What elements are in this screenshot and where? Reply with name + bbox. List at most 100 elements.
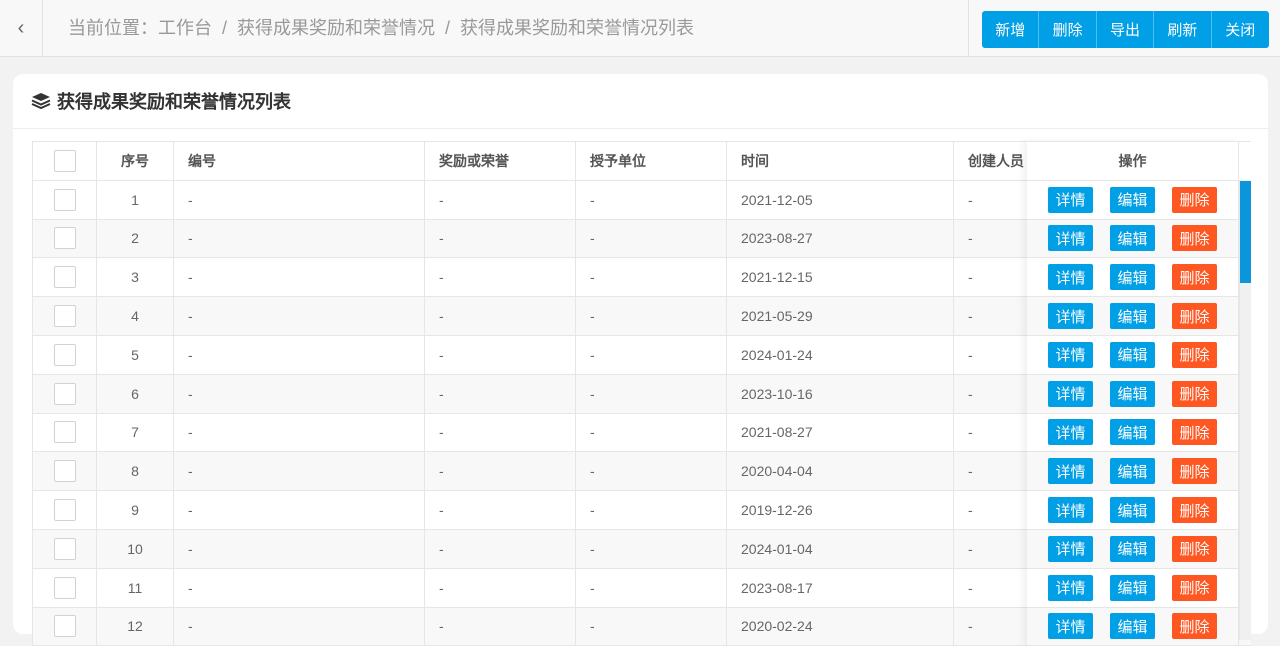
cell-code: -: [174, 491, 425, 529]
edit-button[interactable]: 编辑: [1110, 535, 1155, 562]
refresh-button[interactable]: 刷新: [1154, 11, 1212, 48]
edit-button[interactable]: 编辑: [1110, 264, 1155, 291]
row-delete-button[interactable]: 删除: [1172, 341, 1217, 368]
edit-button[interactable]: 编辑: [1110, 380, 1155, 407]
card-title: 获得成果奖励和荣誉情况列表: [57, 92, 291, 112]
edit-button[interactable]: 编辑: [1110, 303, 1155, 330]
detail-button[interactable]: 详情: [1048, 497, 1093, 524]
row-delete-button[interactable]: 删除: [1172, 380, 1217, 407]
cell-unit: -: [576, 568, 727, 607]
cell-creator: -: [954, 219, 1028, 258]
actions-row: 详情 编辑 删除: [1027, 413, 1239, 453]
select-all-checkbox[interactable]: [53, 149, 76, 172]
row-checkbox[interactable]: [53, 576, 76, 599]
edit-button[interactable]: 编辑: [1110, 341, 1155, 368]
cell-code: -: [174, 529, 425, 568]
cell-unit: -: [576, 607, 727, 646]
scrollbar-thumb[interactable]: [1240, 181, 1251, 283]
edit-button[interactable]: 编辑: [1110, 458, 1155, 485]
row-checkbox[interactable]: [53, 227, 76, 250]
cell-date: 2023-08-17: [727, 568, 954, 607]
edit-button[interactable]: 编辑: [1110, 419, 1155, 446]
detail-button[interactable]: 详情: [1048, 419, 1093, 446]
cell-date: 2021-08-27: [727, 413, 954, 452]
breadcrumb-item[interactable]: 工作台: [158, 18, 212, 38]
add-button[interactable]: 新增: [982, 11, 1040, 48]
row-delete-button[interactable]: 删除: [1172, 535, 1217, 562]
row-checkbox[interactable]: [53, 537, 76, 560]
row-delete-button[interactable]: 删除: [1172, 458, 1217, 485]
col-header[interactable]: 授予单位: [576, 142, 727, 180]
row-checkbox[interactable]: [53, 460, 76, 483]
row-delete-button[interactable]: 删除: [1172, 264, 1217, 291]
export-button[interactable]: 导出: [1096, 11, 1155, 48]
col-header[interactable]: 时间: [727, 142, 954, 180]
cell-award: -: [425, 607, 576, 646]
edit-button[interactable]: 编辑: [1110, 186, 1155, 213]
actions-row: 详情 编辑 删除: [1027, 219, 1239, 259]
cell-date: 2021-12-15: [727, 258, 954, 297]
back-button[interactable]: ‹: [0, 0, 43, 57]
edit-button[interactable]: 编辑: [1110, 497, 1155, 524]
cell-no: 7: [97, 413, 174, 452]
cell-creator: -: [954, 452, 1028, 491]
cell-date: 2020-04-04: [727, 452, 954, 491]
col-header[interactable]: 序号: [97, 142, 174, 180]
actions-row: 详情 编辑 删除: [1027, 491, 1239, 530]
actions-row: 详情 编辑 删除: [1027, 297, 1239, 336]
edit-button[interactable]: 编辑: [1110, 613, 1155, 640]
row-delete-button[interactable]: 删除: [1172, 186, 1217, 213]
detail-button[interactable]: 详情: [1048, 341, 1093, 368]
cell-date: 2019-12-26: [727, 491, 954, 529]
breadcrumb-separator: /: [445, 18, 451, 38]
cell-creator: -: [954, 529, 1028, 568]
col-header[interactable]: 创建人员: [954, 142, 1028, 180]
layers-icon: [31, 93, 51, 110]
cell-unit: -: [576, 180, 727, 219]
scrollbar[interactable]: [1239, 180, 1251, 640]
row-checkbox[interactable]: [53, 188, 76, 211]
row-checkbox[interactable]: [53, 421, 76, 444]
cell-date: 2021-12-05: [727, 180, 954, 219]
row-checkbox[interactable]: [53, 305, 76, 328]
detail-button[interactable]: 详情: [1048, 535, 1093, 562]
detail-button[interactable]: 详情: [1048, 458, 1093, 485]
cell-award: -: [425, 568, 576, 607]
breadcrumb-item[interactable]: 获得成果奖励和荣誉情况: [237, 18, 435, 38]
row-checkbox[interactable]: [53, 615, 76, 638]
col-header[interactable]: 编号: [174, 142, 425, 180]
row-checkbox[interactable]: [53, 343, 76, 366]
detail-button[interactable]: 详情: [1048, 264, 1093, 291]
detail-button[interactable]: 详情: [1048, 613, 1093, 640]
cell-code: -: [174, 335, 425, 374]
cell-no: 1: [97, 180, 174, 219]
row-delete-button[interactable]: 删除: [1172, 574, 1217, 601]
breadcrumb-prefix: 当前位置：: [68, 18, 158, 38]
row-delete-button[interactable]: 删除: [1172, 303, 1217, 330]
row-delete-button[interactable]: 删除: [1172, 225, 1217, 252]
delete-button[interactable]: 删除: [1039, 11, 1097, 48]
col-header[interactable]: 奖励或荣誉: [425, 142, 576, 180]
detail-button[interactable]: 详情: [1048, 380, 1093, 407]
cell-code: -: [174, 568, 425, 607]
col-header: 操作: [1118, 152, 1147, 169]
edit-button[interactable]: 编辑: [1110, 225, 1155, 252]
chevron-left-icon: ‹: [17, 17, 25, 39]
cell-creator: -: [954, 607, 1028, 646]
row-delete-button[interactable]: 删除: [1172, 613, 1217, 640]
cell-creator: -: [954, 258, 1028, 297]
cell-no: 9: [97, 491, 174, 529]
detail-button[interactable]: 详情: [1048, 574, 1093, 601]
detail-button[interactable]: 详情: [1048, 303, 1093, 330]
row-checkbox[interactable]: [53, 382, 76, 405]
cell-unit: -: [576, 374, 727, 413]
close-button[interactable]: 关闭: [1211, 11, 1269, 48]
row-delete-button[interactable]: 删除: [1172, 497, 1217, 524]
row-checkbox[interactable]: [53, 499, 76, 522]
row-checkbox[interactable]: [53, 266, 76, 289]
edit-button[interactable]: 编辑: [1110, 574, 1155, 601]
row-delete-button[interactable]: 删除: [1172, 419, 1217, 446]
detail-button[interactable]: 详情: [1048, 186, 1093, 213]
detail-button[interactable]: 详情: [1048, 225, 1093, 252]
cell-creator: -: [954, 413, 1028, 452]
